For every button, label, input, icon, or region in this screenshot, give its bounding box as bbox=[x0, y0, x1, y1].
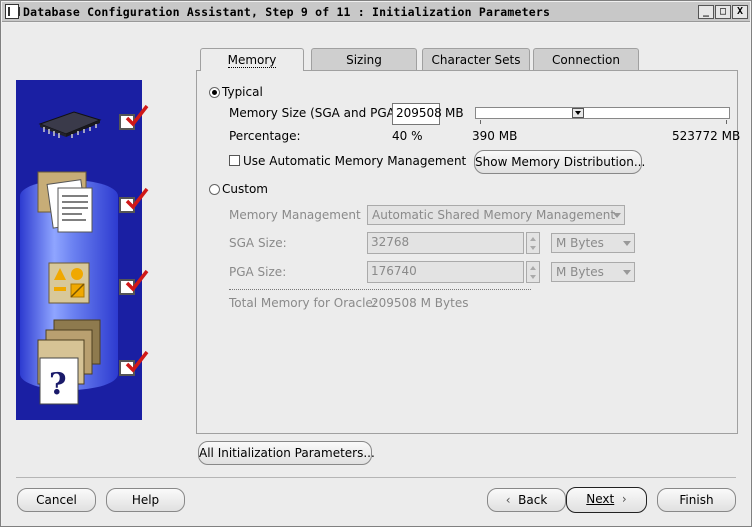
tab-memory[interactable]: Memory bbox=[200, 48, 304, 71]
chip-icon bbox=[38, 111, 102, 138]
sga-size-input[interactable]: 32768 bbox=[367, 232, 524, 254]
folder-question-icon: ? bbox=[37, 319, 101, 405]
title-bar: Database Configuration Assistant, Step 9… bbox=[2, 2, 750, 22]
typical-radio[interactable] bbox=[209, 87, 220, 98]
svg-text:?: ? bbox=[49, 367, 67, 402]
app-icon bbox=[5, 4, 20, 19]
close-button[interactable]: X bbox=[732, 5, 748, 19]
chevron-down-icon bbox=[613, 213, 621, 218]
slider-max-label: 523772 MB bbox=[672, 129, 741, 143]
show-memory-distribution-button[interactable]: Show Memory Distribution... bbox=[474, 150, 645, 174]
documents-icon bbox=[37, 171, 93, 233]
footer-separator bbox=[16, 477, 736, 478]
sga-size-stepper[interactable] bbox=[526, 232, 540, 254]
pga-size-stepper[interactable] bbox=[526, 261, 540, 283]
amm-checkbox[interactable] bbox=[229, 155, 240, 166]
tab-sizing[interactable]: Sizing bbox=[311, 48, 417, 70]
tab-connection-mode[interactable]: Connection Mode bbox=[533, 48, 639, 89]
total-memory-label: Total Memory for Oracle: bbox=[229, 296, 377, 310]
pga-size-label: PGA Size: bbox=[229, 265, 287, 279]
window-title: Database Configuration Assistant, Step 9… bbox=[23, 5, 551, 19]
memory-size-unit: MB bbox=[445, 106, 464, 120]
chevron-down-icon bbox=[623, 241, 631, 246]
memory-management-label: Memory Management bbox=[229, 208, 361, 222]
total-memory-value: 209508 M Bytes bbox=[371, 296, 469, 310]
tab-character-sets[interactable]: Character Sets bbox=[422, 48, 530, 70]
pga-unit-select[interactable]: M Bytes bbox=[551, 262, 635, 282]
maximize-button[interactable]: □ bbox=[715, 5, 731, 19]
total-separator bbox=[229, 289, 531, 290]
next-button[interactable]: Next › bbox=[566, 487, 647, 513]
cancel-button[interactable]: Cancel bbox=[17, 488, 96, 512]
help-button[interactable]: Help bbox=[106, 488, 185, 512]
custom-radio[interactable] bbox=[209, 184, 220, 195]
slider-tick bbox=[480, 120, 481, 124]
pga-size-input[interactable]: 176740 bbox=[367, 261, 524, 283]
amm-checkbox-label: Use Automatic Memory Management bbox=[243, 154, 467, 168]
back-button[interactable]: ‹ Back bbox=[487, 488, 566, 512]
percentage-value: 40 % bbox=[392, 129, 423, 143]
check-mark-icon bbox=[125, 187, 149, 210]
sga-size-label: SGA Size: bbox=[229, 236, 287, 250]
finish-button[interactable]: Finish bbox=[657, 488, 736, 512]
memory-management-select[interactable]: Automatic Shared Memory Management bbox=[367, 205, 625, 225]
memory-slider-thumb[interactable] bbox=[572, 108, 584, 118]
memory-size-input[interactable]: 209508 bbox=[392, 103, 442, 125]
slider-min-label: 390 MB bbox=[472, 129, 518, 143]
chevron-left-icon: ‹ bbox=[505, 493, 511, 507]
memory-size-label: Memory Size (SGA and PGA): bbox=[229, 106, 404, 120]
check-mark-icon bbox=[125, 104, 149, 127]
shapes-icon bbox=[48, 262, 90, 304]
custom-label: Custom bbox=[222, 182, 268, 196]
minimize-button[interactable]: _ bbox=[698, 5, 714, 19]
chevron-right-icon: › bbox=[621, 492, 627, 506]
all-initialization-parameters-button[interactable]: All Initialization Parameters... bbox=[198, 441, 375, 465]
percentage-label: Percentage: bbox=[229, 129, 301, 143]
chevron-down-icon bbox=[623, 270, 631, 275]
memory-slider-track[interactable] bbox=[475, 107, 730, 119]
slider-tick bbox=[726, 120, 727, 124]
check-mark-icon bbox=[125, 269, 149, 292]
typical-label: Typical bbox=[222, 85, 263, 99]
check-mark-icon bbox=[125, 350, 149, 373]
sga-unit-select[interactable]: M Bytes bbox=[551, 233, 635, 253]
